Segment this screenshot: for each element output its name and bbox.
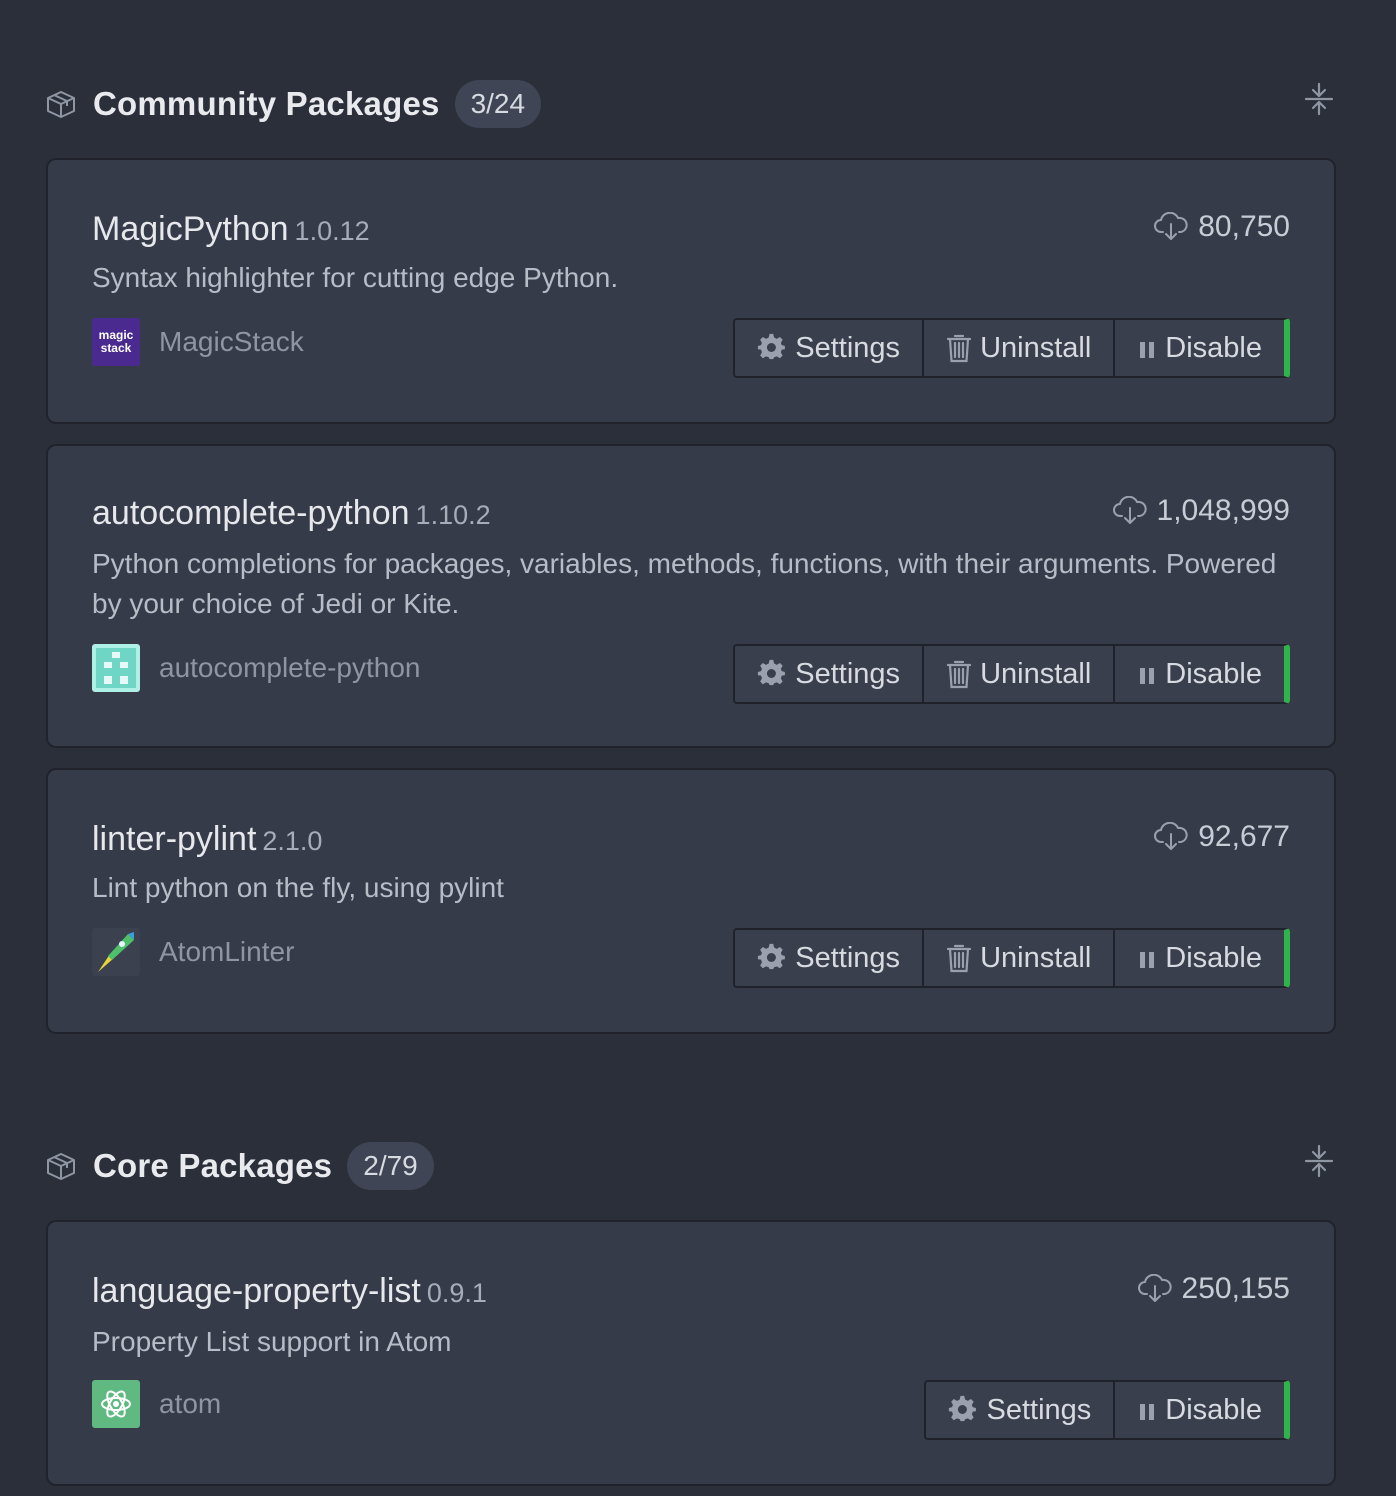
package-name[interactable]: autocomplete-python: [92, 494, 410, 532]
package-description: Lint python on the fly, using pylint: [92, 872, 504, 903]
avatar-logo-text: stack: [100, 341, 132, 355]
download-count-value: 250,155: [1181, 1272, 1290, 1305]
package-author[interactable]: magic stack MagicStack: [92, 318, 304, 366]
settings-button[interactable]: Settings: [735, 320, 925, 376]
package-icon: [46, 89, 76, 119]
community-packages-header: Community Packages 3/24: [46, 80, 1336, 128]
package-version: 1.10.2: [415, 500, 491, 530]
package-title[interactable]: linter-pylint 2.1.0: [92, 820, 322, 859]
disable-button[interactable]: Disable: [1115, 930, 1284, 986]
package-title[interactable]: MagicPython 1.0.12: [92, 210, 370, 249]
uninstall-label: Uninstall: [980, 331, 1092, 364]
cloud-download-icon: [1154, 212, 1188, 240]
author-name[interactable]: atom: [159, 1388, 221, 1420]
core-packages-section: Core Packages 2/79: [46, 1142, 1336, 1190]
package-version: 0.9.1: [426, 1278, 487, 1308]
package-title[interactable]: autocomplete-python 1.10.2: [92, 494, 491, 533]
package-author[interactable]: atom: [92, 1380, 221, 1428]
uninstall-button[interactable]: Uninstall: [924, 646, 1116, 702]
trash-icon: [946, 944, 972, 973]
package-author[interactable]: AtomLinter: [92, 928, 294, 976]
package-actions: Settings Uninstall Disable: [733, 928, 1290, 988]
disable-label: Disable: [1165, 657, 1262, 690]
author-name[interactable]: MagicStack: [159, 326, 304, 358]
author-name[interactable]: AtomLinter: [159, 936, 294, 968]
package-actions: Settings Uninstall Disable: [733, 318, 1290, 378]
package-actions: Settings Uninstall Disable: [733, 644, 1290, 704]
author-avatar: [92, 928, 140, 976]
package-count-badge: 2/79: [347, 1142, 434, 1190]
package-icon: [46, 1151, 76, 1181]
package-name[interactable]: linter-pylint: [92, 820, 256, 858]
gear-icon: [949, 1395, 977, 1422]
package-card-autocomplete-python[interactable]: autocomplete-python 1.10.2 1,048,999 Pyth…: [46, 444, 1336, 748]
package-count-badge: 3/24: [454, 80, 542, 128]
author-avatar: [92, 644, 140, 692]
package-card-linter-pylint[interactable]: linter-pylint 2.1.0 92,677 Lint python on…: [46, 768, 1336, 1034]
community-packages-section: Community Packages 3/24: [46, 80, 1336, 128]
package-author[interactable]: autocomplete-python: [92, 644, 421, 692]
settings-label: Settings: [795, 331, 901, 364]
uninstall-button[interactable]: Uninstall: [924, 320, 1116, 376]
download-count-value: 92,677: [1198, 820, 1290, 853]
package-version: 1.0.12: [294, 216, 370, 246]
settings-label: Settings: [986, 1393, 1092, 1426]
disable-button[interactable]: Disable: [1115, 1382, 1284, 1438]
trash-icon: [946, 334, 972, 363]
author-name[interactable]: autocomplete-python: [159, 652, 421, 684]
disable-button[interactable]: Disable: [1115, 646, 1284, 702]
section-title: Core Packages: [93, 1147, 333, 1184]
gear-icon: [758, 943, 786, 970]
cloud-download-icon: [1154, 822, 1188, 850]
core-packages-header: Core Packages 2/79: [46, 1142, 1336, 1190]
disable-label: Disable: [1165, 331, 1262, 364]
cloud-download-icon: [1137, 1274, 1172, 1302]
package-name[interactable]: language-property-list: [92, 1272, 421, 1310]
pause-icon: [1140, 342, 1155, 358]
package-description: Property List support in Atom: [92, 1326, 452, 1357]
gear-icon: [758, 659, 786, 686]
download-count-value: 80,750: [1198, 210, 1290, 243]
cloud-download-icon: [1112, 496, 1147, 524]
settings-button[interactable]: Settings: [926, 1382, 1116, 1438]
disable-label: Disable: [1165, 941, 1262, 974]
trash-icon: [946, 660, 972, 689]
package-card-language-property-list[interactable]: language-property-list 0.9.1 250,155 Prop…: [46, 1220, 1336, 1486]
uninstall-button[interactable]: Uninstall: [924, 930, 1116, 986]
package-description: Syntax highlighter for cutting edge Pyth…: [92, 262, 619, 293]
package-title[interactable]: language-property-list 0.9.1: [92, 1272, 487, 1311]
download-count: 80,750: [1154, 210, 1290, 244]
section-title: Community Packages: [93, 85, 440, 122]
atom-logo-icon: [92, 1380, 140, 1428]
download-count: 92,677: [1154, 820, 1290, 854]
collapse-icon[interactable]: [1304, 82, 1334, 116]
download-count-value: 1,048,999: [1156, 494, 1290, 527]
package-card-magicpython[interactable]: MagicPython 1.0.12 80,750 Syntax highligh…: [46, 158, 1336, 424]
uninstall-label: Uninstall: [980, 941, 1092, 974]
pause-icon: [1140, 668, 1155, 684]
disable-label: Disable: [1165, 1393, 1262, 1426]
disable-button[interactable]: Disable: [1115, 320, 1284, 376]
pause-icon: [1140, 1404, 1155, 1420]
pause-icon: [1140, 952, 1155, 968]
package-description: Python completions for packages, variabl…: [92, 548, 1277, 619]
download-count: 250,155: [1137, 1272, 1290, 1306]
settings-label: Settings: [795, 941, 901, 974]
settings-label: Settings: [795, 657, 901, 690]
settings-button[interactable]: Settings: [735, 930, 925, 986]
collapse-icon[interactable]: [1304, 1144, 1334, 1178]
download-count: 1,048,999: [1112, 494, 1290, 528]
settings-button[interactable]: Settings: [735, 646, 925, 702]
uninstall-label: Uninstall: [980, 657, 1092, 690]
package-actions: Settings Disable: [924, 1380, 1290, 1440]
package-name[interactable]: MagicPython: [92, 210, 289, 248]
author-avatar: magic stack: [92, 318, 140, 366]
package-version: 2.1.0: [262, 826, 323, 856]
gear-icon: [758, 333, 786, 360]
